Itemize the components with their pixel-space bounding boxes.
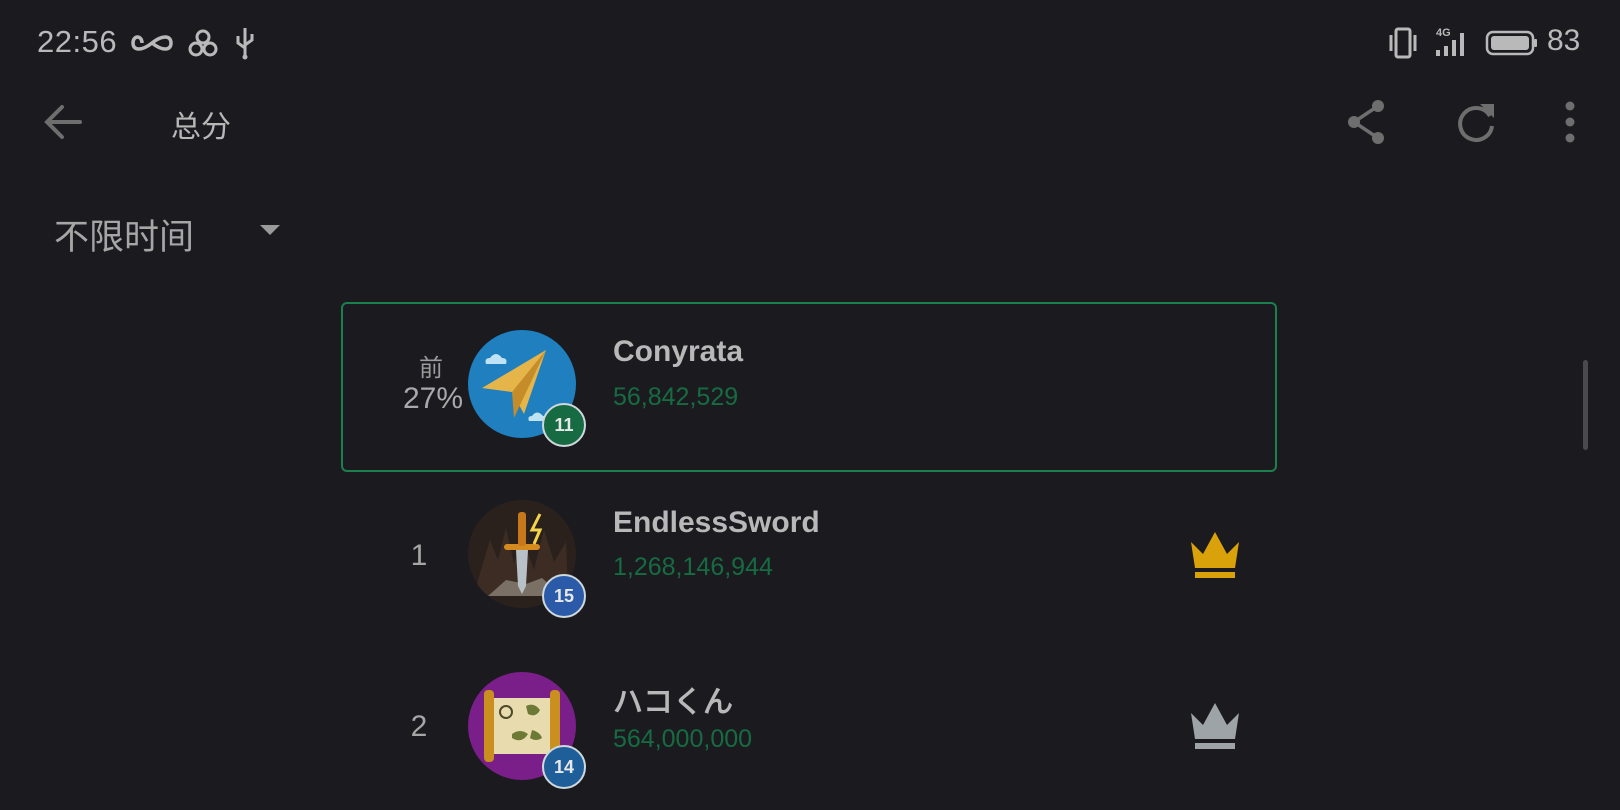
player-name: EndlessSword: [613, 506, 820, 539]
time-range-dropdown[interactable]: 不限时间: [54, 203, 294, 259]
more-vert-icon: [1565, 101, 1575, 143]
time-range-selected: 不限时间: [54, 218, 195, 257]
rank-number: 1: [410, 539, 428, 572]
level-badge: 15: [542, 574, 586, 618]
share-icon: [1348, 100, 1384, 144]
share-button[interactable]: [1338, 92, 1398, 152]
signal-icon: [1436, 33, 1464, 56]
silver-crown-icon: [1191, 703, 1239, 749]
back-button[interactable]: [36, 94, 92, 150]
gold-crown-icon: [1191, 532, 1239, 578]
more-options-button[interactable]: [1540, 92, 1600, 152]
scrollbar-thumb[interactable]: [1583, 360, 1588, 450]
usb-icon: [236, 28, 254, 60]
player-score: 564,000,000: [613, 725, 753, 753]
player-name: ハコくん: [613, 686, 733, 719]
arrow-left-icon: [44, 105, 82, 139]
player-score: 56,842,529: [613, 383, 739, 411]
level-badge: 14: [542, 745, 586, 789]
refresh-button[interactable]: [1446, 92, 1506, 152]
player-name: Conyrata: [613, 335, 744, 368]
link-icon: [188, 29, 218, 57]
status-time: 22:56: [37, 24, 118, 59]
player-score: 1,268,146,944: [613, 553, 773, 581]
vibrate-icon: [1389, 27, 1417, 59]
rank-number: 2: [410, 710, 428, 743]
battery-percentage: 83: [1547, 24, 1581, 57]
status-bar: 22:56 4G 83: [0, 0, 1620, 86]
percentile-prefix: 前: [419, 355, 443, 382]
refresh-icon: [1458, 104, 1494, 142]
page-title: 总分: [171, 111, 231, 144]
battery-icon: [1485, 30, 1537, 56]
dropdown-arrow-icon: [260, 225, 280, 235]
infinity-icon: [131, 35, 173, 51]
level-badge: 11: [542, 403, 586, 447]
